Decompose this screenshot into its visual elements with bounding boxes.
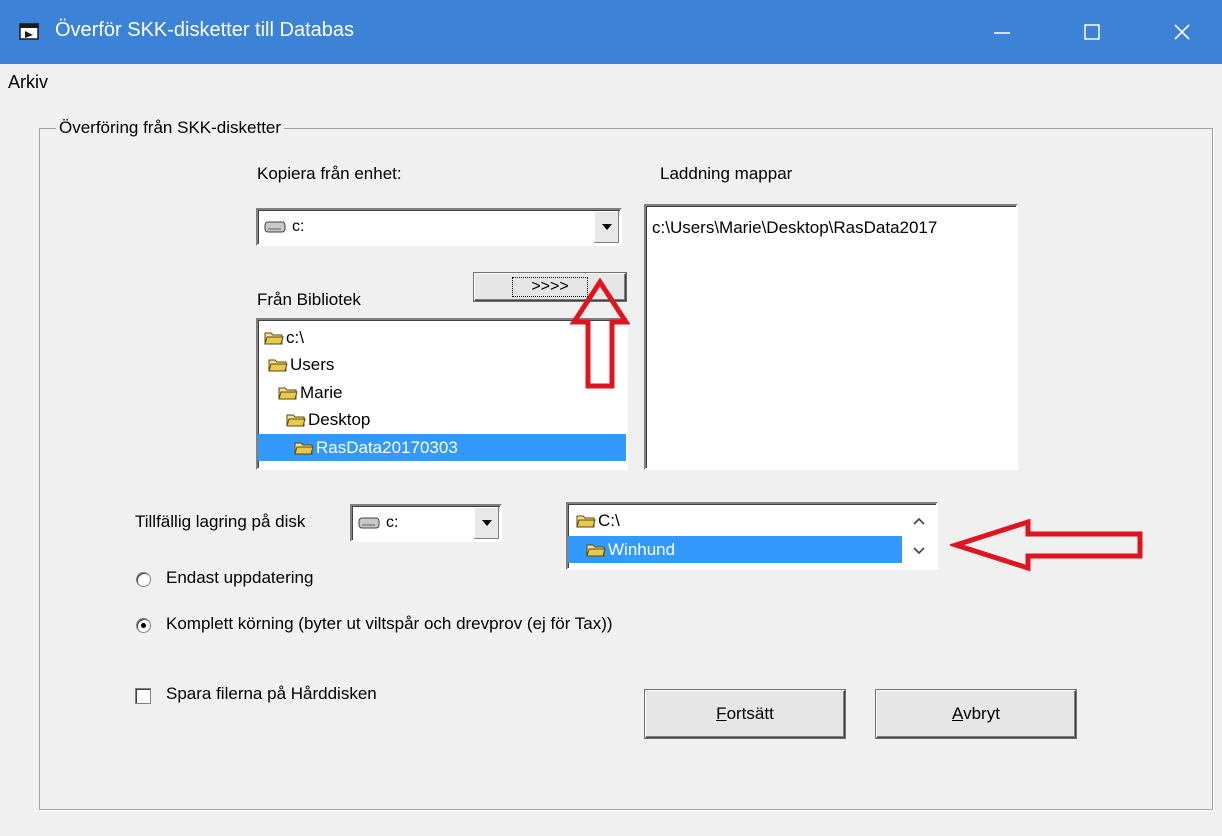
cancel-button-label: Avbryt	[952, 704, 1000, 723]
tree-item-label: c:\	[286, 327, 304, 347]
minimize-button[interactable]	[956, 0, 1048, 64]
temp-drive-value: c:	[386, 514, 399, 531]
maximize-button[interactable]	[1046, 0, 1138, 64]
load-folders-label: Laddning mappar	[660, 164, 793, 183]
only-update-label[interactable]: Endast uppdatering	[166, 568, 313, 588]
temp-storage-folder-list[interactable]: C:\ Winhund	[566, 502, 938, 570]
tree-item-label: Users	[290, 354, 335, 374]
tree-item-c-drive[interactable]: C:\	[576, 507, 620, 534]
folder-open-icon	[586, 544, 606, 556]
tree-item-label: C:\	[598, 510, 620, 530]
copy-from-label: Kopiera från enhet:	[257, 164, 402, 183]
full-run-label[interactable]: Komplett körning (byter ut viltspår och …	[166, 614, 613, 634]
only-update-radio[interactable]	[136, 572, 151, 587]
group-legend: Överföring från SKK-disketter	[56, 118, 285, 138]
folder-open-icon	[278, 387, 298, 399]
tree-item-c-root[interactable]: c:\	[264, 324, 304, 351]
scroll-down-button[interactable]	[904, 536, 934, 566]
menu-arkiv[interactable]: Arkiv	[8, 72, 48, 93]
tree-item-label: RasData20170303	[316, 437, 458, 457]
copy-from-drive-select[interactable]: c:	[256, 208, 622, 246]
chevron-up-icon	[913, 517, 925, 525]
list-item[interactable]: c:\Users\Marie\Desktop\RasData2017	[652, 214, 937, 241]
tree-item-label: Marie	[300, 382, 343, 402]
radio-selected-dot	[141, 623, 146, 628]
temp-storage-drive-select[interactable]: c:	[350, 504, 502, 542]
from-library-label: Från Bibliotek	[257, 290, 361, 309]
tree-item-label: Winhund	[608, 539, 676, 559]
load-folder-path: c:\Users\Marie\Desktop\RasData2017	[652, 217, 938, 237]
temp-storage-label: Tillfällig lagring på disk	[135, 512, 306, 531]
load-folders-list[interactable]: c:\Users\Marie\Desktop\RasData2017	[644, 204, 1018, 470]
full-run-radio[interactable]	[136, 618, 151, 633]
save-to-disk-checkbox[interactable]	[135, 688, 151, 704]
continue-button[interactable]: Fortsätt	[645, 690, 845, 738]
annotation-up-arrow-icon	[570, 278, 630, 389]
copy-from-drive-value: c:	[292, 218, 305, 235]
folder-open-icon	[264, 332, 284, 344]
app-icon	[19, 22, 41, 42]
chevron-down-icon	[913, 547, 925, 555]
tree-item-label: Desktop	[308, 409, 371, 429]
drive-icon	[358, 517, 380, 529]
folder-open-icon	[286, 414, 306, 426]
folder-open-icon	[294, 442, 314, 454]
chevron-down-icon[interactable]	[593, 211, 619, 243]
tree-item-rasdata[interactable]: RasData20170303	[258, 434, 626, 461]
drive-icon	[264, 221, 286, 233]
folder-open-icon	[268, 359, 288, 371]
window-title: Överför SKK-disketter till Databas	[55, 19, 354, 41]
menu-bar: Arkiv	[0, 64, 1222, 102]
title-bar: Överför SKK-disketter till Databas	[0, 0, 1222, 64]
tree-item-desktop[interactable]: Desktop	[286, 406, 370, 433]
save-to-disk-label[interactable]: Spara filerna på Hårddisken	[166, 684, 377, 704]
tree-item-users[interactable]: Users	[268, 351, 334, 378]
close-button[interactable]	[1136, 0, 1222, 64]
folder-open-icon	[576, 515, 596, 527]
chevron-down-icon[interactable]	[473, 507, 499, 539]
tree-item-winhund[interactable]: Winhund	[568, 536, 902, 563]
close-icon	[1174, 24, 1190, 40]
cancel-button[interactable]: Avbryt	[876, 690, 1076, 738]
annotation-left-arrow-icon	[950, 518, 1143, 572]
scroll-up-button[interactable]	[904, 506, 934, 536]
continue-button-label: Fortsätt	[716, 704, 774, 723]
tree-item-marie[interactable]: Marie	[278, 379, 343, 406]
